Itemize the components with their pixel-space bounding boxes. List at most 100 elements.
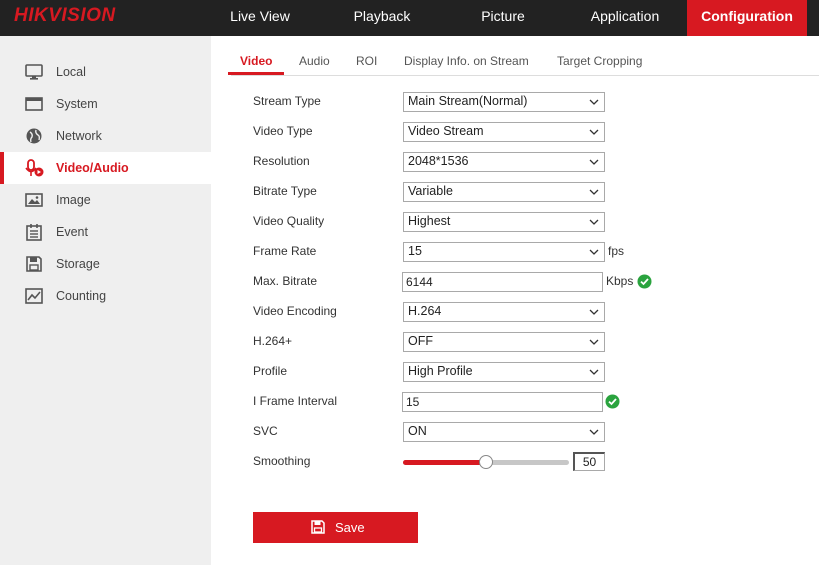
monitor-icon — [25, 64, 43, 80]
smoothing-slider-fill — [403, 460, 486, 465]
chevron-down-icon — [589, 219, 599, 225]
nav-picture[interactable]: Picture — [455, 0, 551, 36]
video-type-value: Video Stream — [408, 124, 484, 138]
microphone-icon — [25, 159, 44, 177]
resolution-value: 2048*1536 — [408, 154, 469, 168]
nav-live-view[interactable]: Live View — [212, 0, 308, 36]
max-bitrate-unit: Kbps — [606, 274, 634, 288]
save-icon — [311, 520, 325, 534]
tab-display-info[interactable]: Display Info. on Stream — [404, 54, 529, 68]
chevron-down-icon — [589, 339, 599, 345]
svc-select[interactable]: ON — [403, 422, 605, 442]
smoothing-slider-handle[interactable] — [479, 455, 493, 469]
tab-video[interactable]: Video — [240, 54, 272, 68]
frame-rate-unit: fps — [608, 244, 625, 258]
sidebar-item-label: Counting — [56, 289, 107, 303]
frame-rate-label: Frame Rate — [253, 244, 317, 258]
profile-select[interactable]: High Profile — [403, 362, 605, 382]
tab-bar: Video Audio ROI Display Info. on Stream … — [211, 36, 819, 76]
stream-type-row: Stream Type Main Stream(Normal) — [253, 92, 673, 112]
stream-type-label: Stream Type — [253, 94, 321, 108]
i-frame-interval-label: I Frame Interval — [253, 394, 338, 408]
sidebar-item-label: Network — [56, 129, 102, 143]
sidebar-item-event[interactable]: Event — [0, 216, 211, 248]
image-icon — [25, 193, 43, 207]
max-bitrate-row: Max. Bitrate Kbps — [253, 272, 673, 292]
system-icon — [25, 97, 43, 111]
svc-value: ON — [408, 424, 427, 438]
smoothing-label: Smoothing — [253, 454, 311, 468]
tab-divider — [231, 75, 819, 76]
sidebar-item-label: Storage — [56, 257, 100, 271]
h264plus-select[interactable]: OFF — [403, 332, 605, 352]
event-icon — [26, 224, 42, 241]
video-quality-value: Highest — [408, 214, 451, 228]
save-button[interactable]: Save — [253, 512, 418, 543]
tab-roi[interactable]: ROI — [356, 54, 377, 68]
tab-target-cropping[interactable]: Target Cropping — [557, 54, 642, 68]
h264plus-value: OFF — [408, 334, 433, 348]
video-encoding-select[interactable]: H.264 — [403, 302, 605, 322]
smoothing-row: Smoothing 50 — [253, 452, 673, 472]
video-quality-label: Video Quality — [253, 214, 325, 228]
chevron-down-icon — [589, 99, 599, 105]
smoothing-slider[interactable] — [403, 455, 569, 469]
sidebar-item-label: System — [56, 97, 98, 111]
bitrate-type-row: Bitrate Type Variable — [253, 182, 673, 202]
sidebar: Local System Network Video/Audio Image E… — [0, 36, 211, 565]
i-frame-interval-input[interactable] — [402, 392, 603, 412]
sidebar-item-image[interactable]: Image — [0, 184, 211, 216]
svc-label: SVC — [253, 424, 278, 438]
max-bitrate-input[interactable] — [402, 272, 603, 292]
max-bitrate-label: Max. Bitrate — [253, 274, 318, 288]
video-type-label: Video Type — [253, 124, 313, 138]
chevron-down-icon — [589, 369, 599, 375]
chevron-down-icon — [589, 249, 599, 255]
bitrate-type-label: Bitrate Type — [253, 184, 317, 198]
svc-row: SVC ON — [253, 422, 673, 442]
sidebar-item-network[interactable]: Network — [0, 120, 211, 152]
sidebar-item-counting[interactable]: Counting — [0, 280, 211, 312]
sidebar-item-label: Event — [56, 225, 88, 239]
bitrate-type-select[interactable]: Variable — [403, 182, 605, 202]
chevron-down-icon — [589, 159, 599, 165]
frame-rate-value: 15 — [408, 244, 422, 258]
top-navigation-bar: HIKVISION Live View Playback Picture App… — [0, 0, 819, 36]
video-encoding-label: Video Encoding — [253, 304, 337, 318]
frame-rate-row: Frame Rate 15 fps — [253, 242, 673, 262]
video-type-row: Video Type Video Stream — [253, 122, 673, 142]
active-tab-indicator — [228, 72, 284, 75]
check-circle-icon — [637, 274, 652, 289]
sidebar-item-label: Video/Audio — [56, 161, 129, 175]
video-quality-select[interactable]: Highest — [403, 212, 605, 232]
resolution-select[interactable]: 2048*1536 — [403, 152, 605, 172]
frame-rate-select[interactable]: 15 — [403, 242, 605, 262]
stream-type-value: Main Stream(Normal) — [408, 94, 528, 108]
nav-playback[interactable]: Playback — [334, 0, 430, 36]
sidebar-item-system[interactable]: System — [0, 88, 211, 120]
h264plus-label: H.264+ — [253, 334, 293, 348]
nav-configuration[interactable]: Configuration — [687, 0, 807, 36]
check-circle-icon — [605, 394, 620, 409]
sidebar-item-storage[interactable]: Storage — [0, 248, 211, 280]
sidebar-item-video-audio[interactable]: Video/Audio — [0, 152, 211, 184]
tab-audio[interactable]: Audio — [299, 54, 330, 68]
hikvision-logo: HIKVISION — [14, 5, 116, 26]
bitrate-type-value: Variable — [408, 184, 453, 198]
h264plus-row: H.264+ OFF — [253, 332, 673, 352]
storage-icon — [26, 256, 42, 272]
video-type-select[interactable]: Video Stream — [403, 122, 605, 142]
chevron-down-icon — [589, 189, 599, 195]
chevron-down-icon — [589, 429, 599, 435]
stream-type-select[interactable]: Main Stream(Normal) — [403, 92, 605, 112]
nav-application[interactable]: Application — [577, 0, 673, 36]
chevron-down-icon — [589, 309, 599, 315]
profile-label: Profile — [253, 364, 288, 378]
profile-row: Profile High Profile — [253, 362, 673, 382]
sidebar-item-label: Local — [56, 65, 86, 79]
save-button-label: Save — [335, 520, 365, 535]
i-frame-interval-row: I Frame Interval — [253, 392, 673, 412]
sidebar-item-local[interactable]: Local — [0, 56, 211, 88]
chevron-down-icon — [589, 129, 599, 135]
video-quality-row: Video Quality Highest — [253, 212, 673, 232]
